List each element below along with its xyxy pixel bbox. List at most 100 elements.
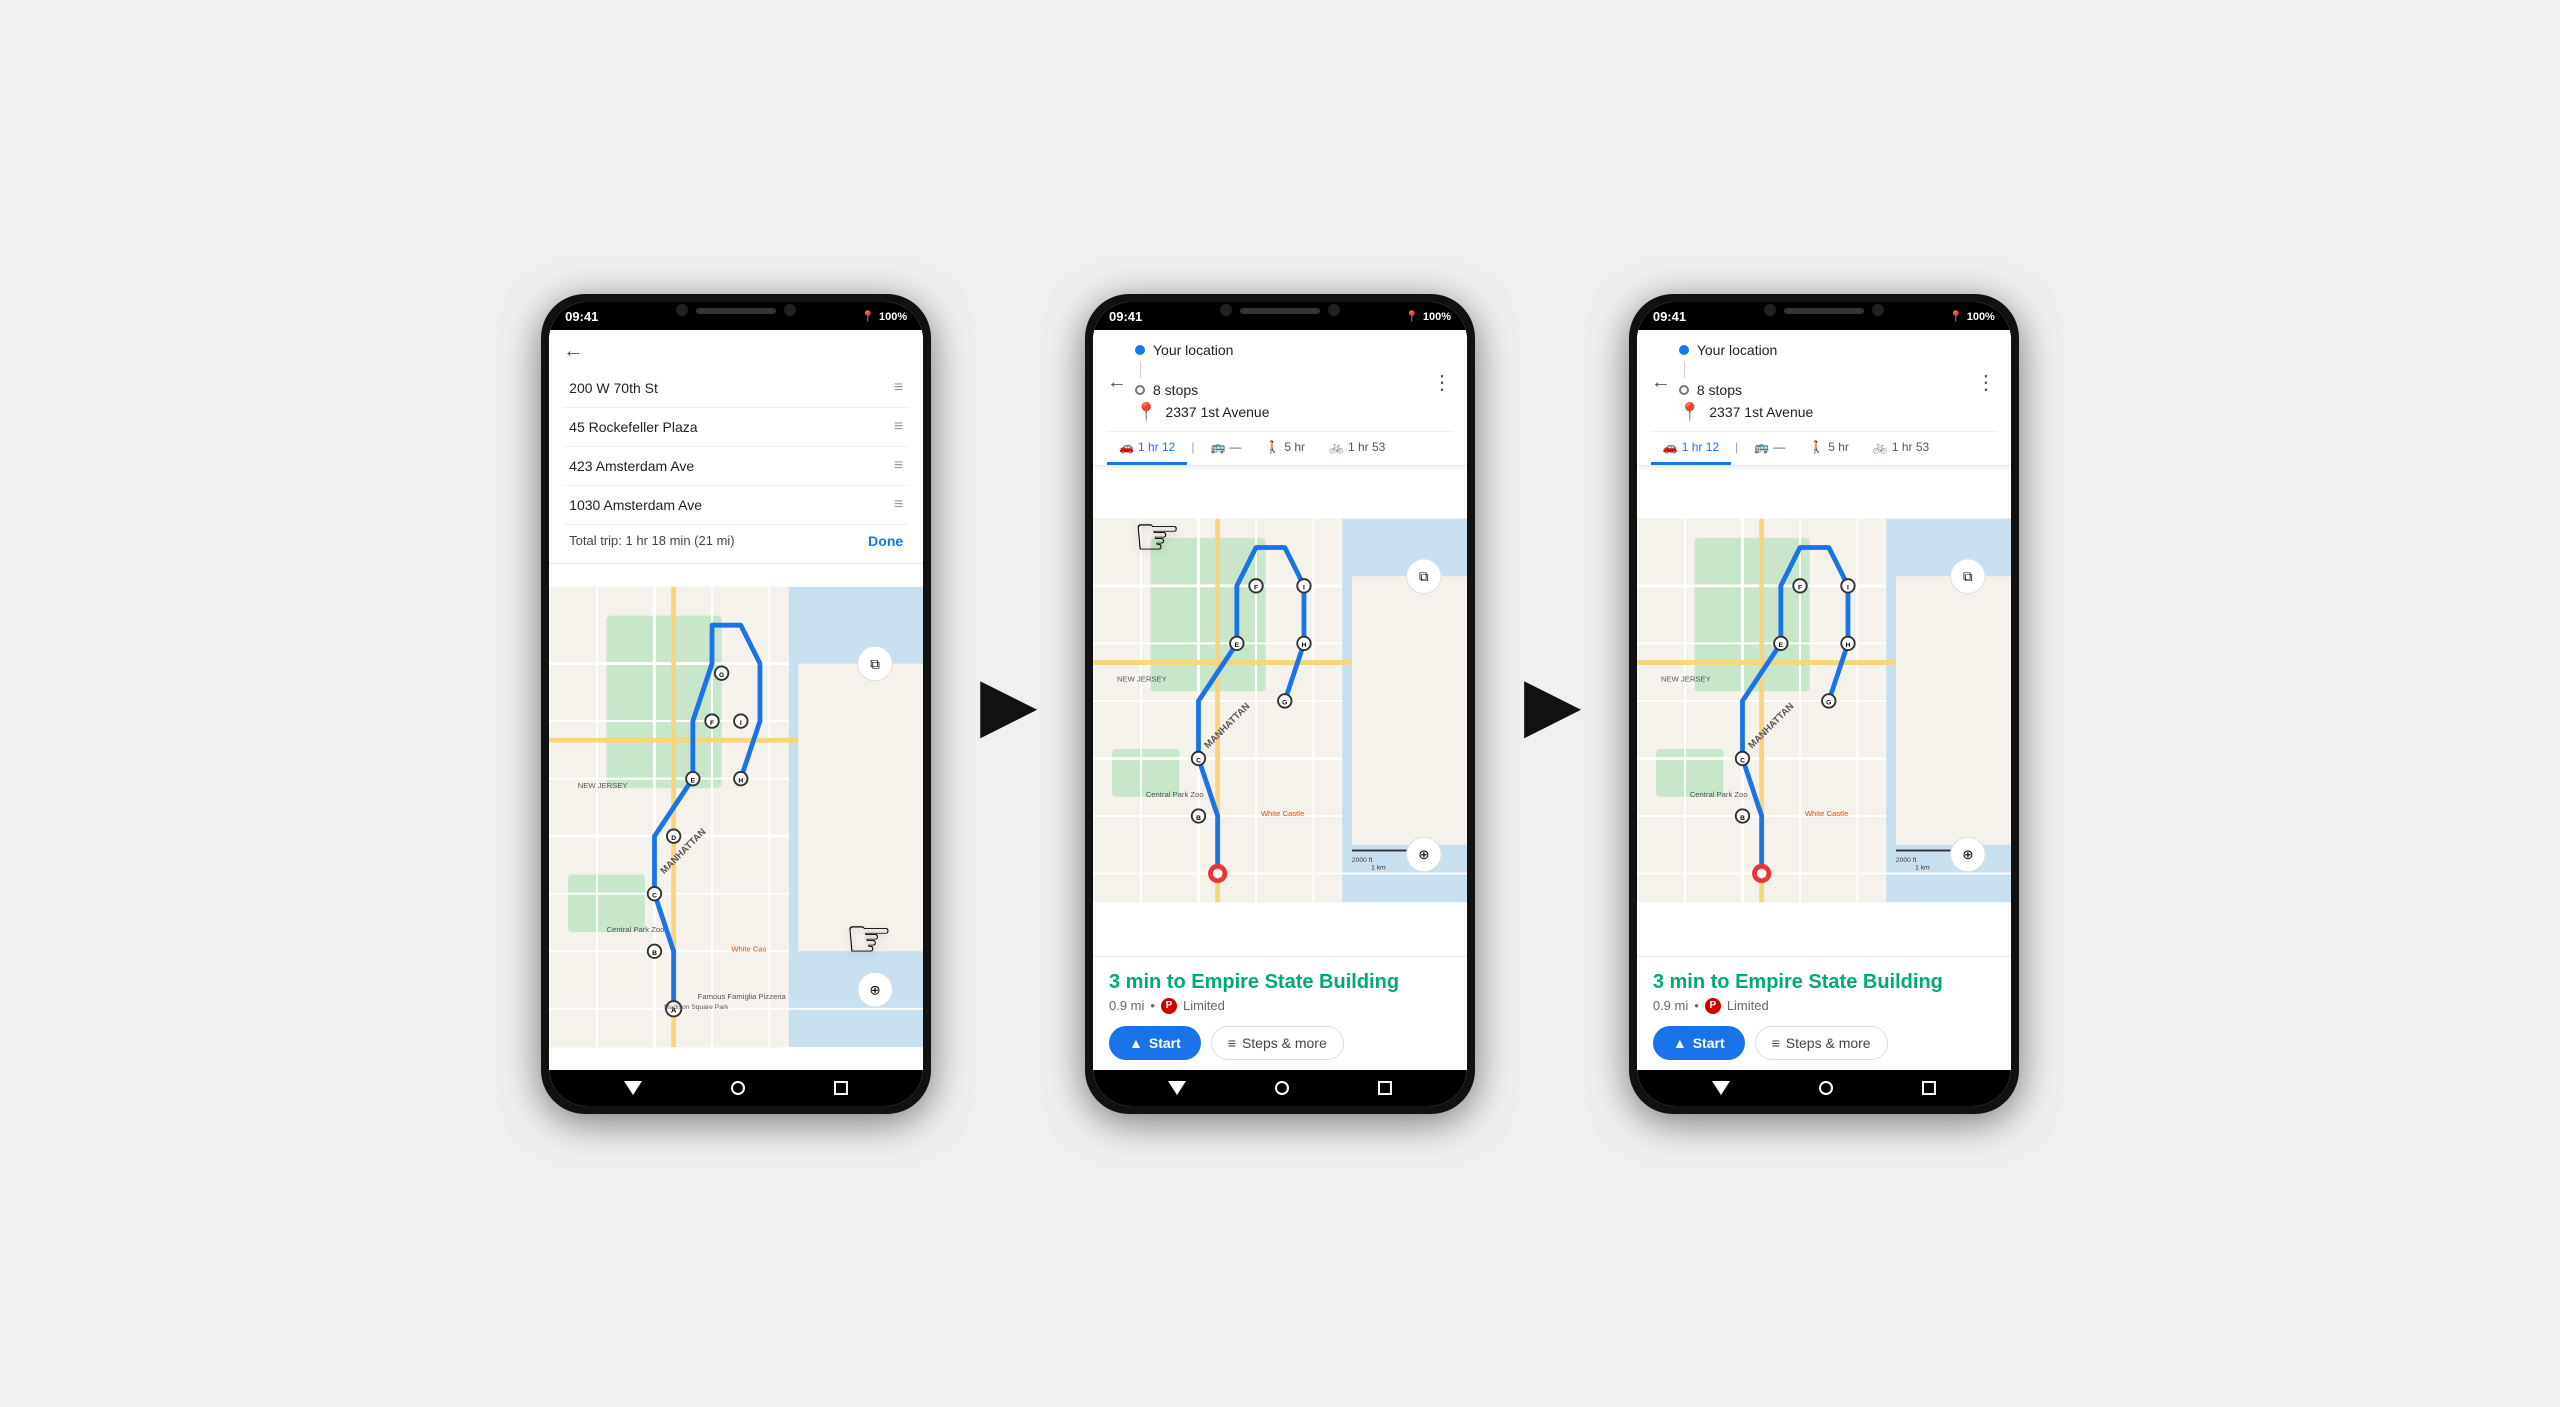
svg-text:C: C <box>1196 757 1201 764</box>
phone3-bike-time: 1 hr 53 <box>1892 440 1929 454</box>
phone3-steps-button[interactable]: ≡ Steps & more <box>1755 1026 1888 1060</box>
phone2-recents-nav[interactable] <box>1378 1081 1392 1095</box>
address-item-2[interactable]: 45 Rockefeller Plaza ≡ <box>563 408 909 447</box>
phone3-tab-bike[interactable]: 🚲 1 hr 53 <box>1861 432 1941 465</box>
phone3-map-svg: B C E F G H I MANHATTAN NEW JERSEY White… <box>1637 465 2011 956</box>
phone3-walk-time: 5 hr <box>1828 440 1849 454</box>
phone2-start-button[interactable]: ▲ Start <box>1109 1026 1201 1060</box>
phone3-walk-icon: 🚶 <box>1809 440 1824 454</box>
svg-text:E: E <box>1778 642 1783 649</box>
phone1-back-nav[interactable] <box>624 1081 642 1095</box>
phone3-back-button[interactable]: ← <box>1651 371 1671 394</box>
walk-icon: 🚶 <box>1265 440 1280 454</box>
phone1-status-icons: 📍 100% <box>861 310 907 323</box>
phone2-steps-button[interactable]: ≡ Steps & more <box>1211 1026 1344 1060</box>
phone1-home-nav[interactable] <box>731 1081 745 1095</box>
phone2-back-nav[interactable] <box>1168 1081 1186 1095</box>
svg-text:Famous Famiglia Pizzeria: Famous Famiglia Pizzeria <box>698 992 787 1001</box>
phone2-back-button[interactable]: ← <box>1107 371 1127 394</box>
phone3-route-line <box>1684 362 1685 378</box>
svg-text:C: C <box>1740 757 1745 764</box>
phone3-tab-drive[interactable]: 🚗 1 hr 12 <box>1651 432 1731 465</box>
phone3-speaker <box>1784 308 1864 314</box>
phone3-destination-text: 2337 1st Avenue <box>1709 404 1813 420</box>
parking-icon: P <box>1161 998 1177 1014</box>
reorder-icon-4[interactable]: ≡ <box>894 496 903 514</box>
phone2-nav-bar <box>1093 1070 1467 1106</box>
svg-text:White Castle: White Castle <box>1261 808 1304 817</box>
svg-text:I: I <box>1303 584 1305 591</box>
phone3-your-location-text: Your location <box>1697 342 1777 358</box>
phone3-bike-icon: 🚲 <box>1873 440 1888 454</box>
phone1-back-button[interactable]: ← <box>563 340 583 363</box>
tab-drive[interactable]: 🚗 1 hr 12 <box>1107 432 1187 465</box>
svg-text:Central Park Zoo: Central Park Zoo <box>607 925 665 934</box>
phone3-more-options-area: ⋮ ☞ <box>1976 370 1997 395</box>
done-button[interactable]: Done <box>868 533 903 549</box>
walk-time: 5 hr <box>1284 440 1305 454</box>
svg-text:F: F <box>1254 584 1258 591</box>
phone3-back-nav[interactable] <box>1712 1081 1730 1095</box>
stops-dot-icon <box>1135 385 1145 395</box>
reorder-icon-3[interactable]: ≡ <box>894 457 903 475</box>
phone3-locations: Your location 8 stops 📍 2337 1st Avenue <box>1679 340 1976 425</box>
svg-text:White Cas: White Cas <box>731 944 766 953</box>
svg-text:⧉: ⧉ <box>870 656 880 671</box>
address-item-3[interactable]: 423 Amsterdam Ave ≡ <box>563 447 909 486</box>
phone3-start-button[interactable]: ▲ Start <box>1653 1026 1745 1060</box>
phone3-eta-sub: 0.9 mi • P Limited <box>1653 998 1995 1014</box>
steps-label: Steps & more <box>1242 1035 1327 1051</box>
phone3-your-location: Your location <box>1679 340 1976 360</box>
phone3-status-bar: 09:41 📍 100% <box>1637 302 2011 330</box>
svg-text:2000 ft: 2000 ft <box>1352 857 1373 864</box>
phone3-transit-icon: 🚌 <box>1754 440 1769 454</box>
phone2-more-options[interactable]: ⋮ <box>1432 370 1453 395</box>
phone1-status-bar: 09:41 📍 100% <box>549 302 923 330</box>
reorder-icon-2[interactable]: ≡ <box>894 418 903 436</box>
phone3-tab-walk[interactable]: 🚶 5 hr <box>1797 432 1861 465</box>
phone2-destination: 📍 2337 1st Avenue <box>1135 400 1432 425</box>
address-text-1: 200 W 70th St <box>569 380 658 396</box>
tab-walk[interactable]: 🚶 5 hr <box>1253 432 1317 465</box>
start-label: Start <box>1149 1035 1181 1051</box>
phone3-more-options[interactable]: ⋮ <box>1976 372 1997 394</box>
svg-text:1 km: 1 km <box>1371 864 1386 871</box>
trip-total-text: Total trip: 1 hr 18 min (21 mi) <box>569 533 734 548</box>
phone3-parking-icon: P <box>1705 998 1721 1014</box>
tab-transit[interactable]: 🚌 — <box>1198 432 1253 465</box>
phone2-time: 09:41 <box>1109 309 1142 324</box>
drive-time: 1 hr 12 <box>1138 440 1175 454</box>
phone3-start-nav-icon: ▲ <box>1673 1035 1687 1051</box>
bike-time: 1 hr 53 <box>1348 440 1385 454</box>
transit-icon: 🚌 <box>1210 440 1225 454</box>
svg-text:H: H <box>739 777 744 784</box>
reorder-icon-1[interactable]: ≡ <box>894 379 903 397</box>
phone1-recents-nav[interactable] <box>834 1081 848 1095</box>
svg-text:B: B <box>1196 814 1201 821</box>
svg-text:Madison Square Park: Madison Square Park <box>664 1003 729 1010</box>
phone3-eta: 3 min to Empire State Building <box>1653 971 1995 994</box>
phone3-steps-icon: ≡ <box>1772 1035 1780 1051</box>
phone2-transport-tabs: 🚗 1 hr 12 | 🚌 — 🚶 5 hr 🚲 1 hr 53 <box>1107 431 1453 465</box>
phone3-tab-transit[interactable]: 🚌 — <box>1742 432 1797 465</box>
address-item-1[interactable]: 200 W 70th St ≡ <box>563 369 909 408</box>
phone3-transit-time: — <box>1773 440 1785 454</box>
svg-text:1 km: 1 km <box>1915 864 1930 871</box>
address-text-4: 1030 Amsterdam Ave <box>569 497 702 513</box>
phone1-location-icon: 📍 <box>861 310 875 323</box>
phone1-map-svg: A B C D E F G H I MANHATTAN NEW JERSEY <box>549 564 923 1070</box>
phone3-location-icon: 📍 <box>1949 310 1963 323</box>
tab-bike[interactable]: 🚲 1 hr 53 <box>1317 432 1397 465</box>
phone2-camera-left <box>1220 304 1232 316</box>
your-location-text: Your location <box>1153 342 1233 358</box>
phone3-recents-nav[interactable] <box>1922 1081 1936 1095</box>
phone2-distance: 0.9 mi <box>1109 998 1144 1013</box>
route-line <box>1140 362 1141 378</box>
phone3-home-nav[interactable] <box>1819 1081 1833 1095</box>
phone1-speaker <box>696 308 776 314</box>
address-text-2: 45 Rockefeller Plaza <box>569 419 697 435</box>
phone1-camera-right <box>784 304 796 316</box>
phone2-home-nav[interactable] <box>1275 1081 1289 1095</box>
phone3-destination: 📍 2337 1st Avenue <box>1679 400 1976 425</box>
address-item-4[interactable]: 1030 Amsterdam Ave ≡ <box>563 486 909 525</box>
